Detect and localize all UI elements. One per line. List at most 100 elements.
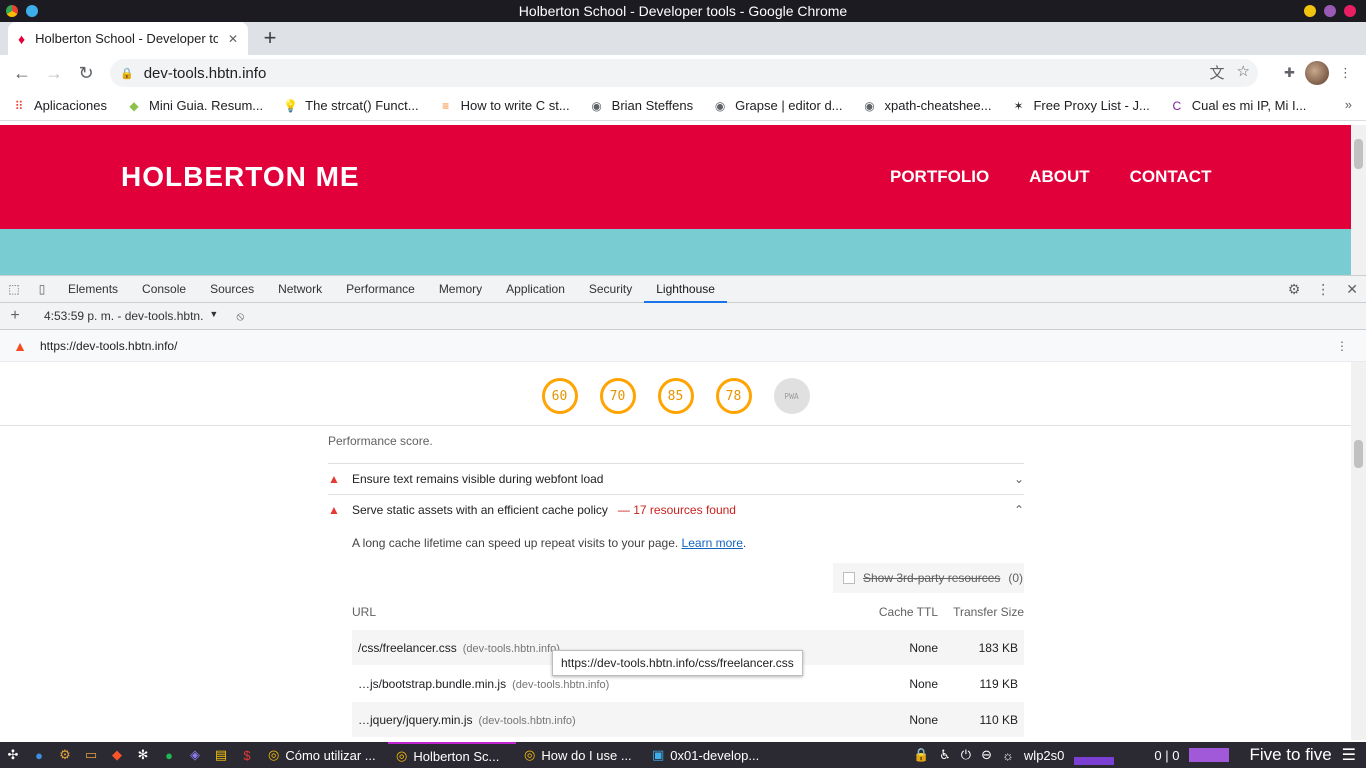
browser-tab[interactable]: ♦ Holberton School - Developer tools ✕: [8, 22, 248, 55]
device-toolbar-icon[interactable]: ▯: [28, 282, 56, 296]
site-logo[interactable]: HOLBERTON ME: [121, 161, 360, 193]
reload-button[interactable]: ↻: [70, 57, 102, 89]
power-icon[interactable]: ⏻: [961, 747, 971, 763]
firefox-icon[interactable]: ●: [26, 748, 52, 763]
page-scrollbar[interactable]: [1351, 125, 1366, 275]
lighthouse-url-bar: ▲ https://dev-tools.hbtn.info/ ⋮: [0, 330, 1366, 362]
row-url[interactable]: /css/freelancer.css: [358, 641, 457, 655]
devtools-close-icon[interactable]: ✕: [1346, 281, 1358, 298]
globe-icon: ◉: [864, 98, 875, 113]
tab-elements[interactable]: Elements: [56, 276, 130, 303]
bookmark-item[interactable]: ◉ Brian Steffens: [590, 98, 693, 113]
clear-reports-icon[interactable]: ⦸: [236, 309, 244, 324]
diamond-icon: ◆: [129, 98, 139, 113]
bookmark-star-icon[interactable]: ☆: [1237, 62, 1250, 83]
tab-application[interactable]: Application: [494, 276, 577, 303]
network-status-icon[interactable]: ⊖: [981, 747, 992, 763]
best-practices-gauge[interactable]: 85: [657, 378, 694, 414]
close-window-button[interactable]: [1344, 5, 1356, 17]
table-row[interactable]: …jquery/jquery.min.js (dev-tools.hbtn.inf…: [352, 702, 1024, 737]
third-party-filter[interactable]: Show 3rd-party resources (0): [833, 563, 1024, 593]
brave-icon[interactable]: ◆: [104, 747, 130, 763]
tab-lighthouse[interactable]: Lighthouse: [644, 276, 727, 303]
notes-icon[interactable]: ▤: [208, 747, 234, 763]
bookmark-item[interactable]: ≡ How to write C st...: [439, 98, 570, 113]
seo-gauge[interactable]: 78: [715, 378, 752, 414]
bookmark-item[interactable]: ⠿ Aplicaciones: [12, 98, 107, 113]
row-url[interactable]: …jquery/jquery.min.js: [358, 713, 472, 727]
new-tab-button[interactable]: +: [258, 26, 282, 50]
learn-more-link[interactable]: Learn more: [682, 536, 743, 550]
brightness-icon[interactable]: ☼: [1002, 748, 1014, 763]
report-scrollbar[interactable]: [1351, 362, 1366, 740]
bookmarks-overflow-icon[interactable]: »: [1345, 97, 1352, 112]
tab-memory[interactable]: Memory: [427, 276, 494, 303]
nav-about-link[interactable]: ABOUT: [1029, 167, 1089, 187]
audit-title: Serve static assets with an efficient ca…: [352, 503, 608, 517]
address-bar[interactable]: 🔒 dev-tools.hbtn.info 文 ☆: [110, 59, 1258, 87]
tab-network[interactable]: Network: [266, 276, 334, 303]
pwa-gauge[interactable]: PWA: [773, 378, 810, 414]
lock-screen-icon[interactable]: 🔒: [913, 747, 929, 763]
maximize-button[interactable]: [1324, 5, 1336, 17]
clock[interactable]: Five to five: [1249, 745, 1331, 765]
chrome-icon: ◎: [396, 748, 408, 763]
launcher-icon[interactable]: ✣: [0, 747, 26, 763]
vscode-icon[interactable]: ◈: [182, 747, 208, 763]
new-report-icon[interactable]: +: [0, 307, 30, 325]
third-party-checkbox[interactable]: [843, 572, 855, 584]
nav-contact-link[interactable]: CONTACT: [1130, 167, 1212, 187]
tab-console[interactable]: Console: [130, 276, 198, 303]
devtools-menu-icon[interactable]: ⋮: [1316, 281, 1330, 298]
spotify-icon[interactable]: ●: [156, 748, 182, 763]
bookmark-item[interactable]: ◆ Mini Guia. Resum...: [127, 98, 263, 113]
bookmark-item[interactable]: ◉ xpath-cheatshee...: [863, 98, 991, 113]
task-chrome-1[interactable]: ◎ Cómo utilizar ...: [260, 742, 388, 768]
globe-icon: ◉: [714, 98, 726, 113]
tab-security[interactable]: Security: [577, 276, 644, 303]
report-scroll-thumb[interactable]: [1354, 440, 1363, 468]
report-url[interactable]: https://dev-tools.hbtn.info/: [40, 339, 177, 353]
traffic-counter: 0 | 0: [1154, 747, 1180, 763]
row-url[interactable]: …js/bootstrap.bundle.min.js: [358, 677, 506, 691]
forward-button[interactable]: →: [38, 57, 70, 89]
chrome-menu-icon[interactable]: ⋮: [1339, 65, 1352, 81]
accessibility-gauge[interactable]: 70: [599, 378, 636, 414]
dollar-icon[interactable]: $: [234, 748, 260, 763]
extensions-icon[interactable]: ✚: [1284, 65, 1295, 81]
report-select[interactable]: 4:53:59 p. m. - dev-tools.hbtn. ▼: [44, 309, 218, 323]
tab-sources[interactable]: Sources: [198, 276, 266, 303]
terminal-icon: ▣: [652, 747, 665, 762]
bookmark-item[interactable]: 💡 The strcat() Funct...: [283, 98, 418, 113]
files-icon[interactable]: ▭: [78, 747, 104, 763]
task-terminal[interactable]: ▣ 0x01-develop...: [644, 742, 772, 768]
bookmark-label: Cual es mi IP, Mi I...: [1191, 98, 1307, 113]
back-button[interactable]: ←: [6, 57, 38, 89]
taskbar-menu-icon[interactable]: ☰: [1342, 745, 1356, 765]
profile-avatar[interactable]: [1305, 61, 1329, 85]
chevron-down-icon[interactable]: ⌄: [1014, 472, 1024, 486]
bookmark-item[interactable]: ◉ Grapse | editor d...: [713, 98, 843, 113]
task-chrome-2[interactable]: ◎ Holberton Sc...: [388, 742, 516, 768]
tab-performance[interactable]: Performance: [334, 276, 427, 303]
close-tab-icon[interactable]: ✕: [228, 32, 238, 46]
accessibility-icon[interactable]: ♿: [939, 747, 951, 763]
bookmark-item[interactable]: C Cual es mi IP, Mi I...: [1170, 98, 1307, 113]
task-chrome-3[interactable]: ◎ How do I use ...: [516, 742, 644, 768]
audit-webfont[interactable]: ▲ Ensure text remains visible during web…: [328, 463, 1024, 494]
page-scroll-thumb[interactable]: [1354, 139, 1363, 169]
cpu-graph: [1189, 748, 1230, 762]
translate-icon[interactable]: 文: [1210, 62, 1225, 83]
slack-icon[interactable]: ✻: [130, 747, 156, 763]
lighthouse-toolbar: + 4:53:59 p. m. - dev-tools.hbtn. ▼ ⦸: [0, 303, 1366, 330]
nav-portfolio-link[interactable]: PORTFOLIO: [890, 167, 989, 187]
settings-gear-icon[interactable]: ⚙: [1288, 281, 1301, 298]
inspect-element-icon[interactable]: ⬚: [0, 282, 28, 296]
bookmark-item[interactable]: ✶ Free Proxy List - J...: [1011, 98, 1149, 113]
chevron-up-icon[interactable]: ⌃: [1014, 503, 1024, 517]
settings-icon[interactable]: ⚙: [52, 747, 78, 763]
report-menu-icon[interactable]: ⋮: [1336, 339, 1348, 353]
performance-gauge[interactable]: 60: [541, 378, 578, 414]
audit-cache-policy[interactable]: ▲ Serve static assets with an efficient …: [328, 494, 1024, 525]
minimize-button[interactable]: [1304, 5, 1316, 17]
